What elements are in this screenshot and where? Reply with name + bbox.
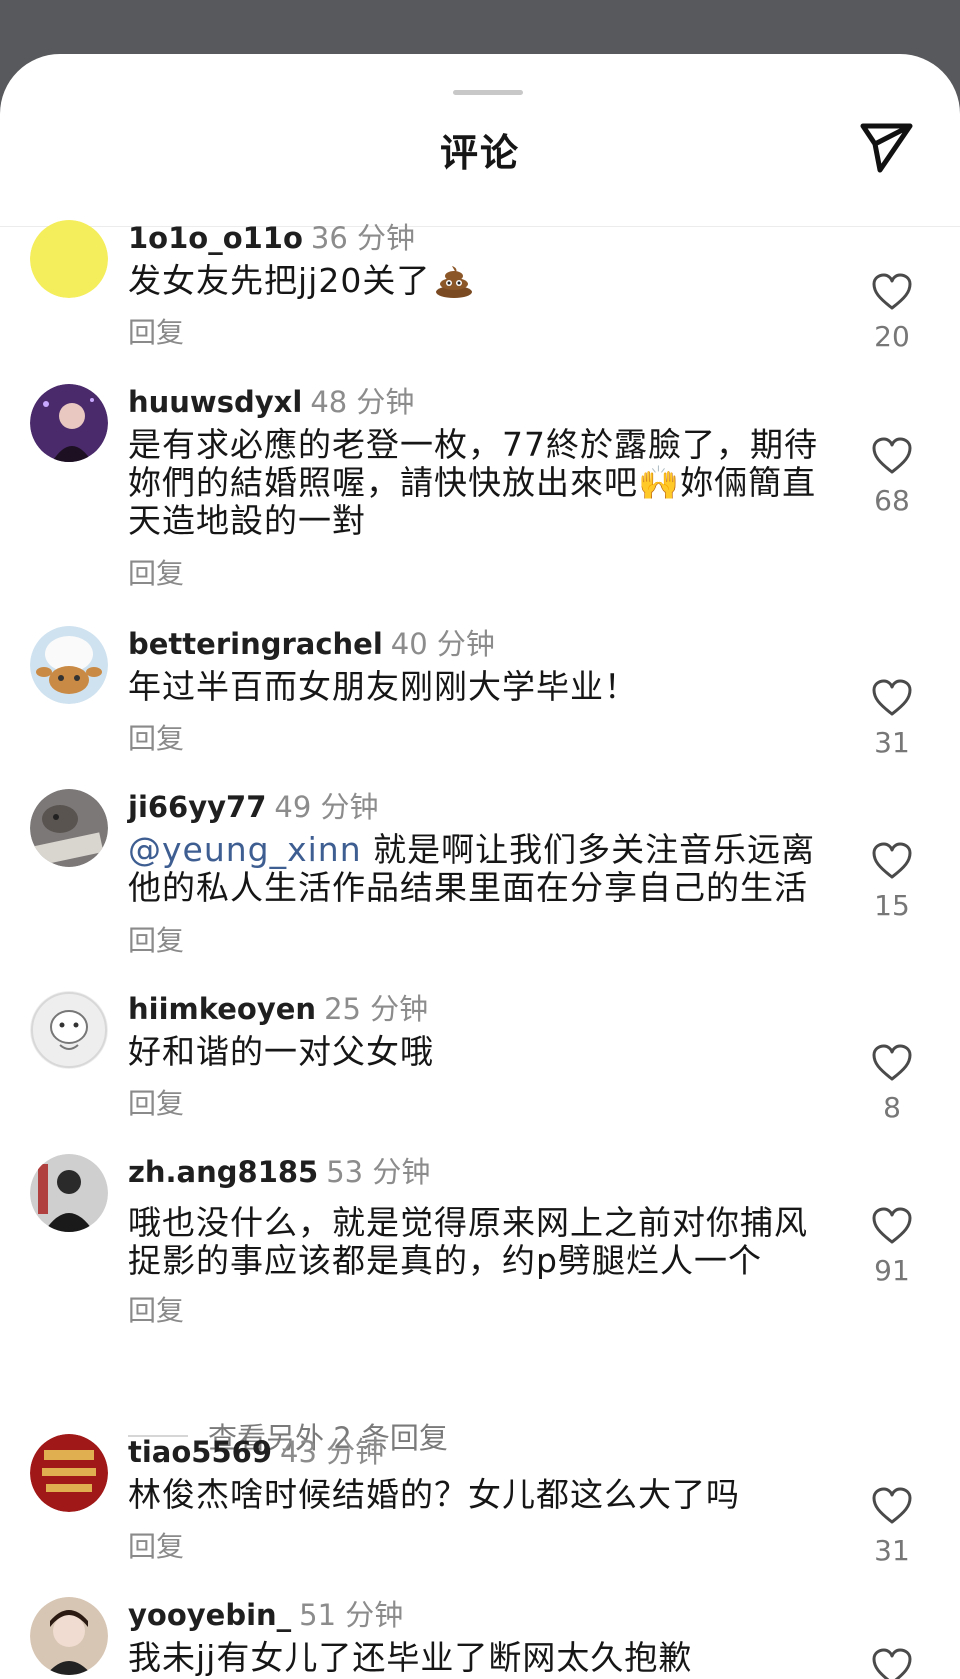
comment-text: 林俊杰啥时候结婚的？女儿都这么大了吗: [128, 1475, 740, 1514]
like-count: 20: [874, 320, 910, 353]
username[interactable]: zh.ang8185: [128, 1155, 318, 1189]
mention-link[interactable]: @yeung_xinn: [128, 830, 362, 869]
like-button[interactable]: [871, 272, 913, 312]
comment-text: 我未jj有女儿了还毕业了断网太久抱歉: [128, 1638, 693, 1677]
heart-icon: [872, 1487, 912, 1524]
like-count: 31: [874, 1534, 910, 1567]
reply-button[interactable]: 回复: [128, 1289, 184, 1329]
reply-button[interactable]: 回复: [128, 717, 184, 757]
reply-button[interactable]: 回复: [128, 552, 184, 592]
comment-list: 1o1o_o11o 36 分钟 发女友先把jj20关了 回复 20 huuwsd…: [0, 54, 960, 1679]
avatar[interactable]: [30, 220, 108, 298]
reply-button[interactable]: 回复: [128, 1082, 184, 1122]
heart-icon: [872, 437, 912, 474]
like-count: 91: [874, 1254, 910, 1287]
comment-meta: huuwsdyxl 48 分钟: [128, 384, 414, 420]
comment-time: 48 分钟: [310, 385, 415, 419]
comment-text: 好和谐的一对父女哦: [128, 1032, 434, 1071]
comment-time: 53 分钟: [326, 1155, 431, 1189]
comment-text: @yeung_xinn 就是啊让我们多关注音乐远离他的私人生活作品结果里面在分享…: [128, 831, 828, 907]
avatar[interactable]: [30, 789, 108, 867]
comment-text: 发女友先把jj20关了: [128, 262, 828, 306]
comment-time: 25 分钟: [324, 992, 429, 1026]
comment-meta: hiimkeoyen 25 分钟: [128, 991, 428, 1027]
comment-meta: yooyebin_ 51 分钟: [128, 1597, 403, 1633]
like-count: 8: [883, 1091, 901, 1124]
poop-emoji-icon: [434, 262, 474, 306]
reply-button[interactable]: 回复: [128, 1525, 184, 1565]
like-button[interactable]: [871, 1647, 913, 1679]
avatar[interactable]: [30, 384, 108, 462]
username[interactable]: tiao5569: [128, 1435, 272, 1469]
reply-button[interactable]: 回复: [128, 311, 184, 351]
comment-text-body: 发女友先把jj20关了: [128, 261, 431, 300]
heart-icon: [872, 1044, 912, 1081]
like-button[interactable]: [871, 841, 913, 881]
heart-icon: [872, 1207, 912, 1244]
comment-time: 40 分钟: [390, 627, 495, 661]
like-count: 15: [874, 889, 910, 922]
comment-time: 43 分钟: [280, 1435, 385, 1469]
comment-text: 哦也没什么，就是觉得原来网上之前对你捕风捉影的事应该都是真的，约p劈腿烂人一个: [128, 1203, 808, 1280]
reply-button[interactable]: 回复: [128, 919, 184, 959]
comment-meta: ji66yy77 49 分钟: [128, 789, 379, 825]
username[interactable]: hiimkeoyen: [128, 992, 316, 1026]
like-count: 31: [874, 726, 910, 759]
avatar[interactable]: [30, 1434, 108, 1512]
like-button[interactable]: [871, 678, 913, 718]
like-button[interactable]: [871, 436, 913, 476]
avatar[interactable]: [30, 991, 108, 1069]
comment-time: 49 分钟: [274, 790, 379, 824]
username[interactable]: yooyebin_: [128, 1598, 291, 1632]
like-button[interactable]: [871, 1206, 913, 1246]
comment-time: 36 分钟: [310, 221, 416, 255]
username[interactable]: betteringrachel: [128, 627, 383, 661]
comment-text: 年过半百而女朋友刚刚大学毕业！: [128, 667, 638, 706]
heart-icon: [872, 273, 912, 310]
comment-meta: tiao5569 43 分钟: [128, 1434, 384, 1470]
like-button[interactable]: [871, 1486, 913, 1526]
avatar[interactable]: [30, 626, 108, 704]
heart-icon: [872, 1648, 912, 1679]
comment-meta: 1o1o_o11o 36 分钟: [128, 220, 415, 256]
avatar[interactable]: [30, 1154, 108, 1232]
comment-text: 是有求必應的老登一枚，77終於露臉了，期待妳們的結婚照喔，請快快放出來吧🙌妳倆簡…: [128, 425, 818, 540]
comment-time: 51 分钟: [299, 1598, 404, 1632]
username[interactable]: ji66yy77: [128, 790, 266, 824]
username[interactable]: huuwsdyxl: [128, 385, 302, 419]
comment-meta: zh.ang8185 53 分钟: [128, 1154, 430, 1190]
avatar[interactable]: [30, 1597, 108, 1675]
like-button[interactable]: [871, 1043, 913, 1083]
username[interactable]: 1o1o_o11o: [128, 221, 303, 255]
like-count: 68: [874, 484, 910, 517]
heart-icon: [872, 842, 912, 879]
comments-sheet: 评论 1o1o_o11o 36 分钟 发女友先把jj20关了 回复 20 huu…: [0, 54, 960, 1679]
heart-icon: [872, 679, 912, 716]
comment-meta: betteringrachel 40 分钟: [128, 626, 495, 662]
